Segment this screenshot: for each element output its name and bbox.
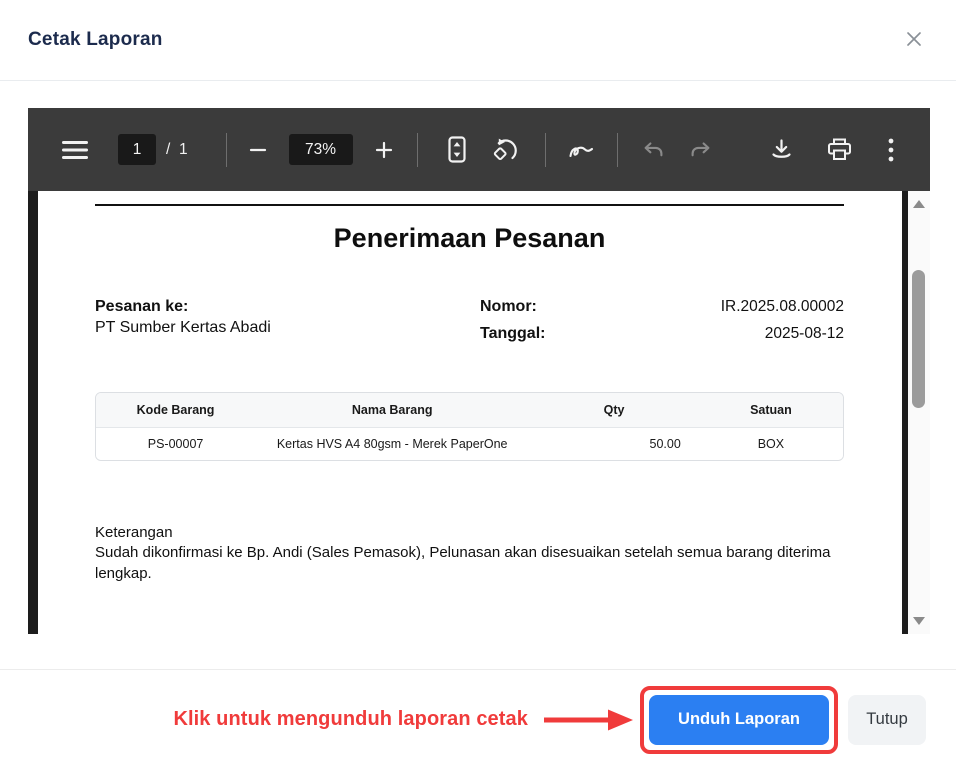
annotation-text: Klik untuk mengunduh laporan cetak bbox=[173, 708, 528, 730]
table-header-row: Kode Barang Nama Barang Qty Satuan bbox=[96, 393, 843, 428]
toolbar-divider bbox=[416, 132, 418, 167]
menu-icon[interactable] bbox=[62, 140, 88, 160]
notes-text: Sudah dikonfirmasi ke Bp. Andi (Sales Pe… bbox=[95, 544, 831, 582]
items-table: Kode Barang Nama Barang Qty Satuan PS-00… bbox=[95, 392, 844, 461]
document-page: Penerimaan Pesanan Pesanan ke: PT Sumber… bbox=[38, 191, 902, 634]
header-qty: Qty bbox=[529, 393, 699, 428]
cell-qty: 50.00 bbox=[529, 428, 699, 460]
number-value: IR.2025.08.00002 bbox=[720, 298, 844, 315]
rotate-icon[interactable] bbox=[492, 136, 519, 163]
close-icon bbox=[905, 30, 923, 51]
page-count-label: / 1 bbox=[166, 140, 188, 158]
modal-title: Cetak Laporan bbox=[28, 29, 163, 50]
viewer-scrollbar[interactable] bbox=[908, 191, 930, 634]
modal-header: Cetak Laporan bbox=[0, 0, 956, 81]
ink-annotate-icon[interactable] bbox=[568, 140, 595, 160]
scroll-up-icon[interactable] bbox=[908, 200, 930, 208]
cell-nama-barang: Kertas HVS A4 80gsm - Merek PaperOne bbox=[255, 428, 530, 460]
page-number-input[interactable]: 1 bbox=[118, 134, 156, 165]
close-button[interactable] bbox=[900, 26, 928, 54]
more-options-icon[interactable] bbox=[888, 138, 894, 162]
header-satuan: Satuan bbox=[698, 393, 843, 428]
pdf-viewer: 1 / 1 73% Penerimaan Pesanan Pesanan ke:… bbox=[28, 108, 930, 634]
zoom-in-icon[interactable] bbox=[375, 141, 393, 159]
pdf-page-area: Penerimaan Pesanan Pesanan ke: PT Sumber… bbox=[28, 191, 930, 634]
document-title: Penerimaan Pesanan bbox=[333, 223, 606, 253]
order-to-value: PT Sumber Kertas Abadi bbox=[95, 319, 271, 336]
toolbar-divider bbox=[225, 132, 227, 167]
annotation-arrow-icon bbox=[542, 707, 634, 733]
viewer-gutter bbox=[28, 191, 38, 634]
zoom-level-input[interactable]: 73% bbox=[288, 134, 353, 165]
scrollbar-thumb[interactable] bbox=[912, 270, 925, 408]
close-dialog-button[interactable]: Tutup bbox=[848, 694, 926, 745]
zoom-out-icon[interactable] bbox=[249, 141, 267, 159]
fit-page-icon[interactable] bbox=[447, 136, 466, 163]
pdf-toolbar: 1 / 1 73% bbox=[28, 108, 930, 191]
undo-icon[interactable] bbox=[642, 140, 664, 159]
notes-label: Keterangan bbox=[95, 524, 173, 541]
download-icon[interactable] bbox=[770, 138, 793, 161]
date-value: 2025-08-12 bbox=[764, 325, 844, 342]
print-icon[interactable] bbox=[827, 138, 852, 161]
toolbar-divider bbox=[616, 132, 618, 167]
document-top-rule bbox=[95, 204, 844, 206]
cell-kode-barang: PS-00007 bbox=[96, 428, 256, 460]
download-report-button[interactable]: Unduh Laporan bbox=[649, 694, 829, 745]
table-row: PS-00007 Kertas HVS A4 80gsm - Merek Pap… bbox=[96, 428, 843, 460]
notes-section: Keterangan Sudah dikonfirmasi ke Bp. And… bbox=[95, 523, 844, 584]
annotation-highlight-box: Unduh Laporan bbox=[640, 685, 838, 754]
document-info: Pesanan ke: PT Sumber Kertas Abadi Nomor… bbox=[95, 298, 844, 343]
modal-footer: Klik untuk mengunduh laporan cetak Unduh… bbox=[0, 670, 956, 769]
date-label: Tanggal: bbox=[480, 325, 546, 342]
header-nama-barang: Nama Barang bbox=[255, 393, 530, 428]
header-kode-barang: Kode Barang bbox=[96, 393, 256, 428]
scroll-down-icon[interactable] bbox=[908, 617, 930, 625]
order-to-label: Pesanan ke: bbox=[95, 298, 189, 315]
redo-icon[interactable] bbox=[690, 140, 712, 159]
toolbar-divider bbox=[544, 132, 546, 167]
number-label: Nomor: bbox=[480, 298, 537, 315]
cell-satuan: BOX bbox=[698, 428, 843, 460]
